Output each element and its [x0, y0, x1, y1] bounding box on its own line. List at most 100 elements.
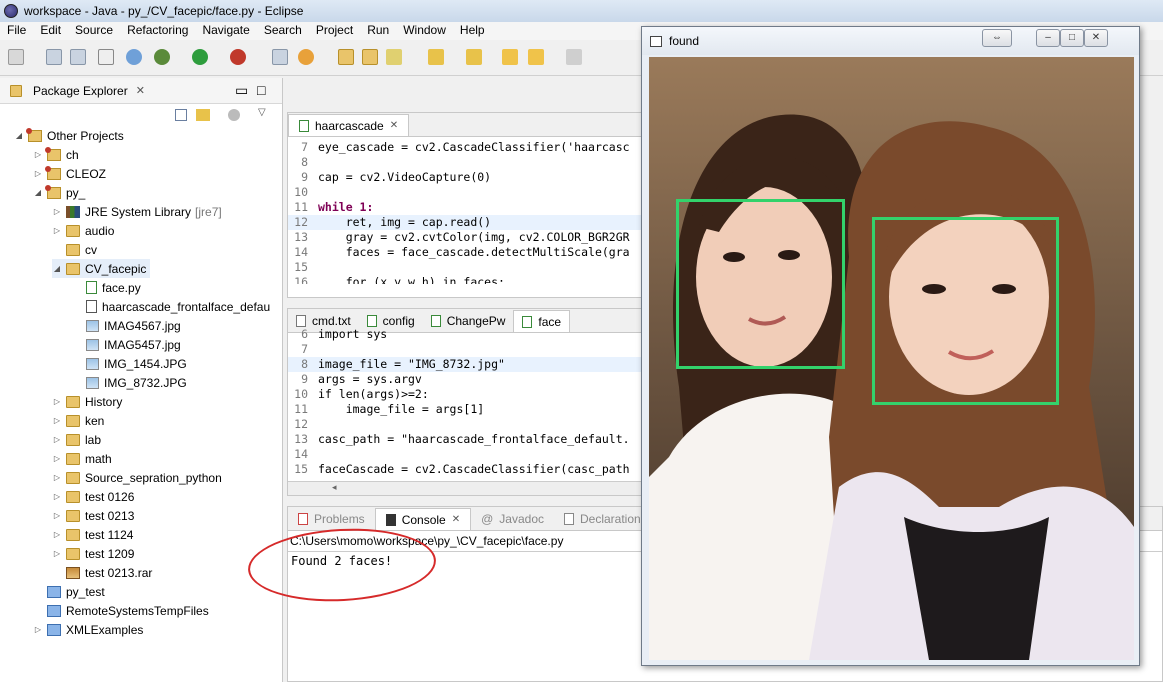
- skip-breakpoints-icon[interactable]: [98, 49, 114, 65]
- tree-item-xmlexamples[interactable]: ▷ XMLExamples: [33, 620, 143, 639]
- forward-icon[interactable]: [566, 49, 582, 65]
- tree-item-other-projects[interactable]: ◢ Other Projects: [14, 126, 124, 145]
- menu-run[interactable]: Run: [360, 22, 396, 40]
- tree-item-test0126[interactable]: ▷ test 0126: [52, 487, 134, 506]
- save-icon[interactable]: [46, 49, 62, 65]
- collapse-all-icon[interactable]: [175, 109, 187, 121]
- open-type-icon[interactable]: [272, 49, 288, 65]
- tree-item-source-sepration[interactable]: ▷ Source_sepration_python: [52, 468, 222, 487]
- restore-icon[interactable]: ⇔: [982, 29, 1012, 47]
- expanded-icon[interactable]: ◢: [52, 264, 62, 273]
- save-all-icon[interactable]: [70, 49, 86, 65]
- tree-item-py-test[interactable]: py_test: [33, 582, 105, 601]
- collapsed-icon[interactable]: ▷: [52, 492, 62, 501]
- tree-item-ken[interactable]: ▷ ken: [52, 411, 104, 430]
- collapsed-icon[interactable]: ▷: [52, 530, 62, 539]
- focus-icon[interactable]: [228, 109, 240, 121]
- tab-haarcascade[interactable]: haarcascade ✕: [288, 114, 410, 136]
- collapsed-icon[interactable]: ▷: [52, 207, 62, 216]
- collapsed-icon[interactable]: ▷: [52, 549, 62, 558]
- tab-console[interactable]: Console ✕: [374, 508, 472, 530]
- pencil-icon[interactable]: [386, 49, 402, 65]
- menu-project[interactable]: Project: [309, 22, 360, 40]
- external-tools-icon[interactable]: [230, 49, 246, 65]
- collapsed-icon[interactable]: ▷: [52, 511, 62, 520]
- tree-item-test1124[interactable]: ▷ test 1124: [52, 525, 134, 544]
- minimize-icon[interactable]: ▭: [235, 82, 248, 99]
- close-icon[interactable]: ✕: [452, 514, 460, 525]
- tree-item-ch[interactable]: ▷ ch: [33, 145, 79, 164]
- tree-item-lab[interactable]: ▷ lab: [52, 430, 101, 449]
- tab-problems[interactable]: Problems: [288, 508, 375, 530]
- menu-file[interactable]: File: [0, 22, 33, 40]
- last-edit-icon[interactable]: [502, 49, 518, 65]
- tree-item-img8732[interactable]: IMG_8732.JPG: [86, 373, 187, 392]
- expanded-icon[interactable]: ◢: [14, 131, 24, 140]
- expanded-icon[interactable]: ◢: [33, 188, 43, 197]
- new-icon[interactable]: [8, 49, 24, 65]
- collapsed-icon[interactable]: ▷: [52, 473, 62, 482]
- tab-declaration[interactable]: Declaration: [554, 508, 651, 530]
- tree-item-imag4567[interactable]: IMAG4567.jpg: [86, 316, 181, 335]
- view-menu-icon[interactable]: ▽: [258, 107, 266, 118]
- tree-item-haarcascade[interactable]: haarcascade_frontalface_defau: [86, 297, 270, 316]
- line-number: 11: [294, 402, 308, 416]
- menu-help[interactable]: Help: [453, 22, 492, 40]
- tree-item-py[interactable]: ◢ py_: [33, 183, 85, 202]
- tree-item-jre[interactable]: ▷ JRE System Library [jre7]: [52, 202, 222, 221]
- tree-item-cv[interactable]: cv: [52, 240, 97, 259]
- tree-item-remote-systems[interactable]: RemoteSystemsTempFiles: [33, 601, 209, 620]
- menu-source[interactable]: Source: [68, 22, 120, 40]
- menu-refactoring[interactable]: Refactoring: [120, 22, 195, 40]
- tree-item-math[interactable]: ▷ math: [52, 449, 112, 468]
- collapsed-icon[interactable]: ▷: [33, 169, 43, 178]
- package-explorer-title[interactable]: Package Explorer: [33, 84, 128, 98]
- collapsed-icon[interactable]: ▷: [52, 435, 62, 444]
- tree-item-face-py[interactable]: face.py: [86, 278, 141, 297]
- python-icon[interactable]: [126, 49, 142, 65]
- collapsed-icon[interactable]: ▷: [52, 454, 62, 463]
- maximize-icon[interactable]: □: [257, 82, 265, 98]
- code-area[interactable]: 7 eye_cascade = cv2.CascadeClassifier('ha…: [288, 137, 646, 284]
- horizontal-scrollbar[interactable]: ◂: [288, 481, 646, 495]
- prev-annotation-icon[interactable]: [466, 49, 482, 65]
- open-folder-icon[interactable]: [338, 49, 354, 65]
- menu-search[interactable]: Search: [257, 22, 309, 40]
- tree-item-test1209[interactable]: ▷ test 1209: [52, 544, 134, 563]
- tab-label: cmd.txt: [312, 314, 351, 328]
- collapsed-icon[interactable]: ▷: [52, 226, 62, 235]
- tree-item-img1454[interactable]: IMG_1454.JPG: [86, 354, 187, 373]
- tree-item-cv-facepic[interactable]: ◢ CV_facepic: [52, 259, 151, 278]
- link-editor-icon[interactable]: [196, 109, 210, 121]
- next-annotation-icon[interactable]: [428, 49, 444, 65]
- menu-edit[interactable]: Edit: [33, 22, 68, 40]
- run-icon[interactable]: [192, 49, 208, 65]
- tree-item-cleoz[interactable]: ▷ CLEOZ: [33, 164, 106, 183]
- back-icon[interactable]: [528, 49, 544, 65]
- tree-item-history[interactable]: ▷ History: [52, 392, 122, 411]
- debug-icon[interactable]: [154, 49, 170, 65]
- line-number: 11: [294, 200, 308, 214]
- tree-item-imag5457[interactable]: IMAG5457.jpg: [86, 335, 181, 354]
- collapsed-icon[interactable]: ▷: [33, 150, 43, 159]
- tree-item-audio[interactable]: ▷ audio: [52, 221, 114, 240]
- close-icon[interactable]: ✕: [390, 120, 398, 131]
- collapsed-icon[interactable]: ▷: [33, 625, 43, 634]
- tree-item-test0213-rar[interactable]: test 0213.rar: [52, 563, 152, 582]
- collapsed-icon[interactable]: ▷: [52, 397, 62, 406]
- collapsed-icon[interactable]: ▷: [52, 416, 62, 425]
- folder-icon: [66, 547, 80, 560]
- python-file-icon: [522, 315, 533, 328]
- open-resource-icon[interactable]: [362, 49, 378, 65]
- menu-navigate[interactable]: Navigate: [195, 22, 256, 40]
- scroll-left-icon[interactable]: ◂: [332, 482, 337, 493]
- code-area[interactable]: 6 import sys 7 8 image_file = "IMG_8732.jp…: [288, 327, 646, 477]
- maximize-icon[interactable]: □: [1060, 29, 1084, 47]
- tree-item-test0213[interactable]: ▷ test 0213: [52, 506, 134, 525]
- close-icon[interactable]: ✕: [1084, 29, 1108, 47]
- close-icon[interactable]: ✕: [136, 84, 145, 97]
- refresh-icon[interactable]: [298, 49, 314, 65]
- menu-window[interactable]: Window: [396, 22, 453, 40]
- tab-javadoc[interactable]: @ Javadoc: [471, 508, 554, 530]
- minimize-icon[interactable]: –: [1036, 29, 1060, 47]
